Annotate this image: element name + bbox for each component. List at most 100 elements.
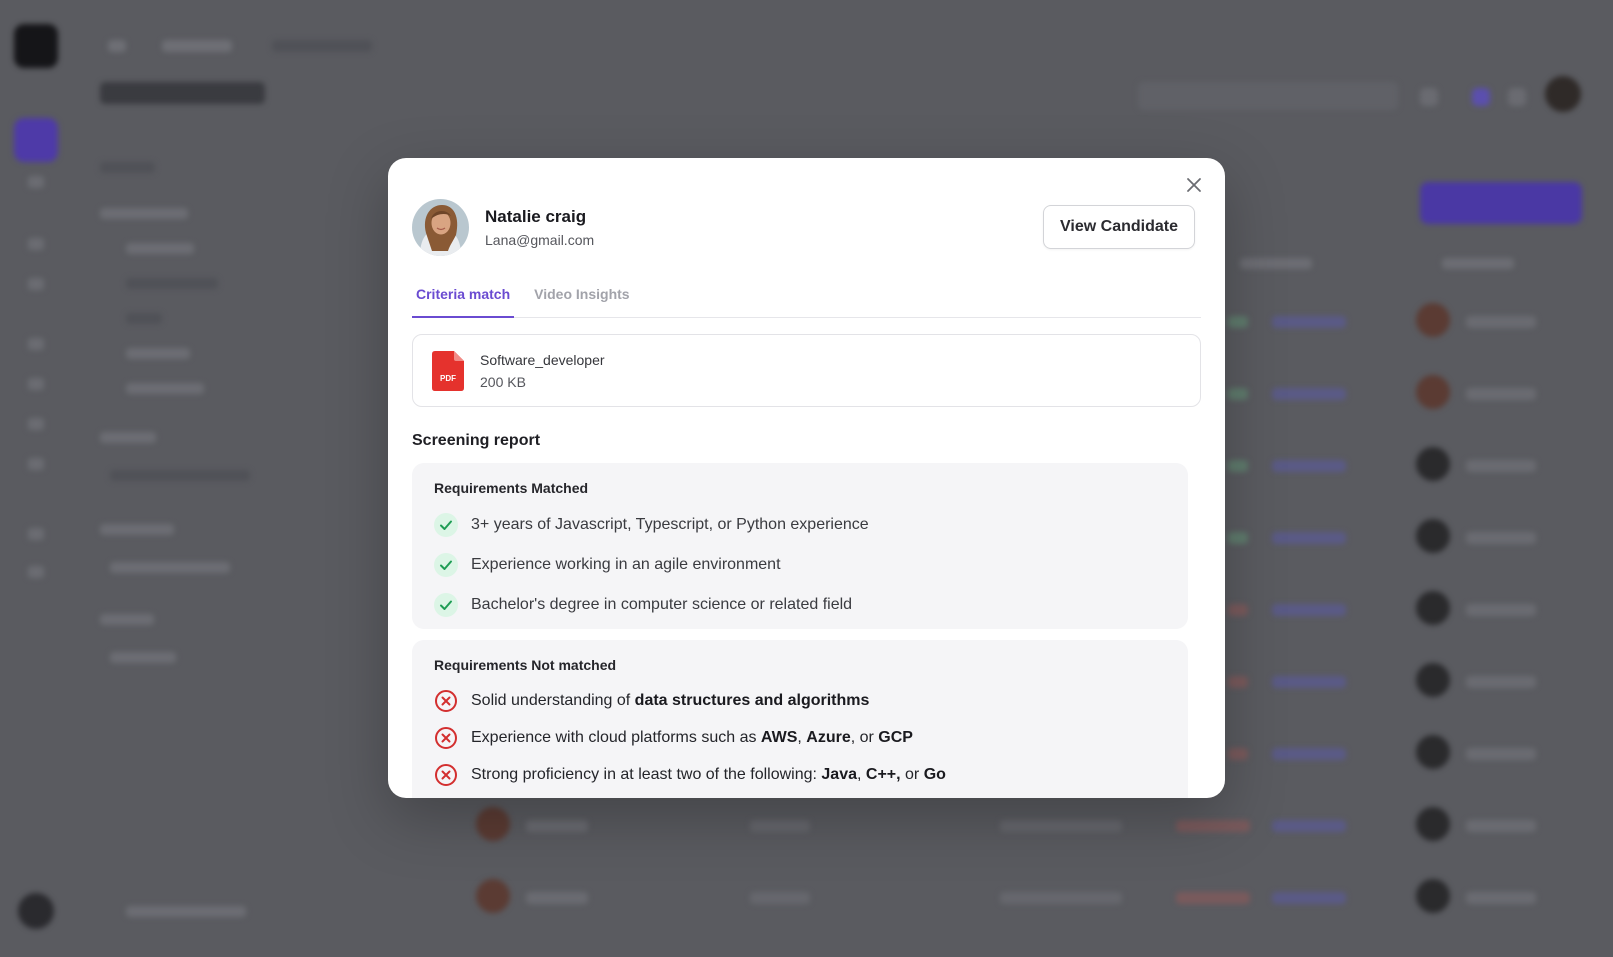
check-icon (434, 593, 458, 617)
candidate-email: Lana@gmail.com (485, 231, 595, 248)
background-filter (100, 162, 155, 173)
background-row (1466, 460, 1536, 472)
background-row-avatar (1416, 879, 1450, 913)
background-page-title (100, 82, 265, 104)
background-row (1228, 748, 1248, 760)
check-icon (434, 553, 458, 577)
background-primary-button (1420, 182, 1582, 224)
background-row (1228, 388, 1248, 400)
background-top-icon (1420, 88, 1438, 106)
list-item: Solid understanding of data structures a… (434, 682, 1166, 719)
background-filter (100, 524, 174, 535)
background-nav-icon (28, 238, 44, 250)
close-button[interactable] (1181, 172, 1207, 198)
background-row (1272, 460, 1346, 472)
tab-bar: Criteria match Video Insights (412, 276, 1201, 318)
background-row (750, 820, 810, 832)
background-filter (126, 278, 218, 289)
screening-report-title: Screening report (412, 432, 541, 449)
background-row (1272, 316, 1346, 328)
candidate-name: Natalie craig (485, 206, 587, 226)
check-icon (434, 513, 458, 537)
background-column-header (1240, 258, 1312, 269)
resume-file-card[interactable]: PDF Software_developer 200 KB (412, 334, 1201, 407)
background-row-avatar (1416, 447, 1450, 481)
candidate-modal: Natalie craig Lana@gmail.com View Candid… (388, 158, 1225, 798)
background-breadcrumb (108, 40, 126, 52)
background-row-avatar (1416, 591, 1450, 625)
file-meta: Software_developer 200 KB (480, 351, 605, 391)
background-filter (100, 208, 188, 219)
file-name: Software_developer (480, 351, 605, 368)
background-logo (14, 24, 58, 68)
x-circle-icon (434, 763, 458, 787)
background-row-avatar (476, 807, 510, 841)
background-row-avatar (1416, 735, 1450, 769)
view-candidate-button[interactable]: View Candidate (1043, 205, 1195, 249)
background-nav-icon (28, 528, 44, 540)
background-row (1466, 532, 1536, 544)
background-filter (126, 243, 194, 254)
background-nav-icon (28, 338, 44, 350)
background-row-avatar (1416, 375, 1450, 409)
background-row (1466, 820, 1536, 832)
background-row (1272, 388, 1346, 400)
background-search (1138, 82, 1398, 110)
background-nav-icon (28, 418, 44, 430)
background-row (1228, 316, 1248, 328)
background-filter (110, 470, 250, 481)
svg-text:PDF: PDF (440, 374, 456, 383)
background-row (1176, 820, 1250, 832)
background-row (1466, 892, 1536, 904)
background-row (1272, 604, 1346, 616)
background-filter (100, 614, 154, 625)
background-filter (100, 432, 156, 443)
tab-criteria-match[interactable]: Criteria match (412, 276, 515, 318)
background-row (1466, 388, 1536, 400)
background-row (1228, 676, 1248, 688)
background-row (1228, 532, 1248, 544)
background-filter (110, 652, 176, 663)
background-nav-icon (28, 566, 44, 578)
background-filter (126, 313, 162, 324)
background-row (750, 892, 810, 904)
background-row (1466, 316, 1536, 328)
list-item: Experience with cloud platforms such as … (434, 719, 1166, 756)
candidate-header: Natalie craig Lana@gmail.com View Candid… (412, 198, 1195, 256)
pdf-file-icon: PDF (432, 350, 464, 391)
background-row (1272, 748, 1346, 760)
background-filter (126, 383, 204, 394)
background-row (1272, 676, 1346, 688)
background-nav-active (14, 118, 58, 162)
background-row-avatar (1416, 807, 1450, 841)
background-row (1466, 748, 1536, 760)
background-row (1272, 820, 1346, 832)
background-row (1272, 532, 1346, 544)
background-filter (126, 906, 246, 917)
background-row-avatar (1416, 519, 1450, 553)
background-nav-icon (28, 458, 44, 470)
background-row-avatar (1416, 303, 1450, 337)
tab-video-insights[interactable]: Video Insights (530, 276, 633, 318)
requirements-not-matched-panel: Requirements Not matched Solid understan… (412, 640, 1188, 798)
background-row (1000, 820, 1122, 832)
background-row (1228, 604, 1248, 616)
x-circle-icon (434, 689, 458, 713)
requirements-matched-panel: Requirements Matched 3+ years of Javascr… (412, 463, 1188, 629)
background-row (1176, 892, 1250, 904)
list-item: 3+ years of Javascript, Typescript, or P… (434, 505, 1166, 545)
requirement-text: 3+ years of Javascript, Typescript, or P… (471, 516, 869, 533)
background-row-avatar (1416, 663, 1450, 697)
background-top-avatar (1545, 76, 1581, 112)
background-row-avatar (476, 879, 510, 913)
candidate-identity: Natalie craig Lana@gmail.com (485, 206, 594, 249)
background-filter (110, 562, 230, 573)
background-nav-icon (28, 176, 44, 188)
background-breadcrumb (272, 40, 372, 52)
requirements-not-matched-heading: Requirements Not matched (434, 657, 617, 673)
requirement-text: Solid understanding of data structures a… (471, 691, 870, 709)
list-item: Experience working in an agile environme… (434, 545, 1166, 585)
background-user-avatar (18, 893, 54, 929)
list-item: Strong proficiency in at least two of th… (434, 756, 1166, 793)
background-row (1228, 460, 1248, 472)
